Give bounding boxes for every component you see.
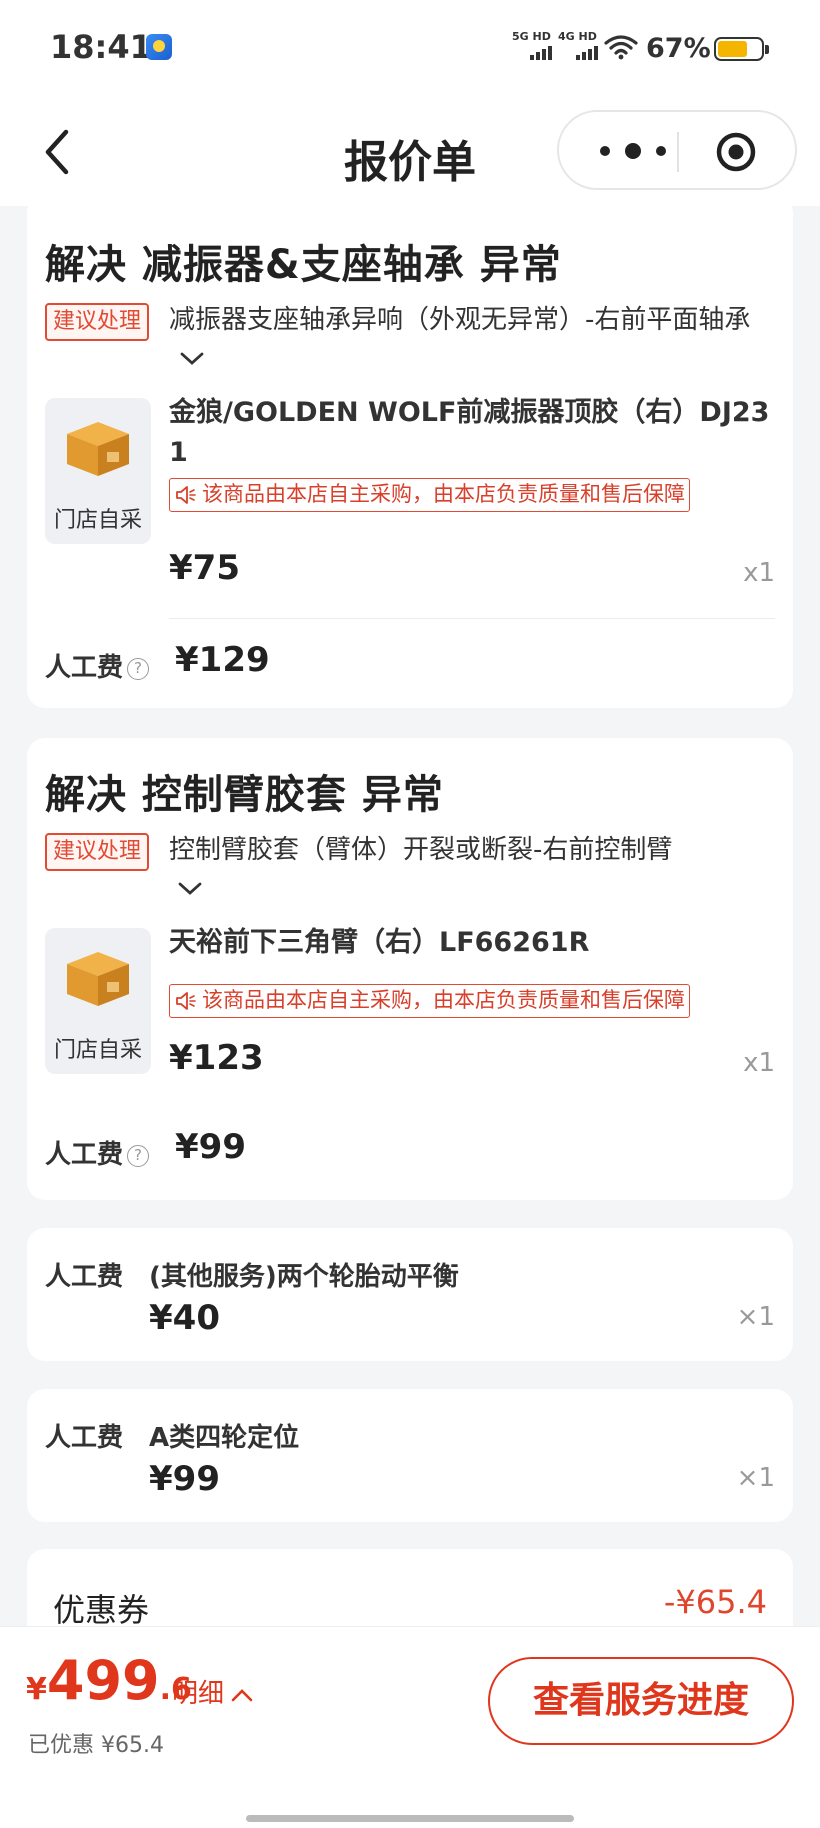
chevron-up-icon [231, 1688, 253, 1701]
view-service-progress-button[interactable]: 查看服务进度 [488, 1657, 794, 1745]
capsule-divider [677, 132, 679, 172]
detail-label: 明细 [172, 1679, 225, 1709]
help-icon[interactable]: ? [127, 657, 150, 680]
bottom-bar: ¥499.6 明细 已优惠 ¥65.4 查看服务进度 [0, 1626, 820, 1828]
close-miniprogram-icon[interactable] [715, 131, 757, 173]
issue-title: 解决 控制臂胶套 异常 [45, 772, 444, 818]
labor-fee-price: ¥129 [175, 640, 270, 680]
speaker-icon [176, 992, 196, 1010]
service-price: ¥40 [149, 1298, 220, 1338]
package-icon [67, 952, 129, 1006]
product-price: ¥75 [169, 548, 240, 588]
product-thumbnail[interactable]: 门店自采 [45, 928, 151, 1074]
saved-amount: 已优惠 ¥65.4 [28, 1733, 164, 1758]
home-indicator[interactable] [246, 1815, 574, 1822]
labor-fee-text: 人工费 [45, 653, 124, 683]
suggest-tag: 建议处理 [45, 833, 150, 871]
chevron-down-icon[interactable] [179, 350, 205, 368]
issue-description[interactable]: 减振器支座轴承异响（外观无异常）-右前平面轴承 [169, 301, 779, 377]
service-price: ¥99 [149, 1459, 220, 1499]
labor-fee-price: ¥99 [175, 1127, 246, 1167]
total-price: ¥499.6 [26, 1649, 192, 1712]
coupon-value: -¥65.4 [663, 1583, 767, 1621]
notice-text: 该商品由本店自主采购，由本店负责质量和售后保障 [202, 988, 685, 1012]
chevron-down-icon[interactable] [177, 880, 203, 898]
signal-5g-icon: 5G HD [512, 30, 552, 60]
wifi-icon [604, 35, 638, 60]
more-icon[interactable] [593, 136, 673, 166]
suggest-tag: 建议处理 [45, 303, 150, 341]
issue-description-text: 减振器支座轴承异响（外观无异常）-右前平面轴承 [169, 305, 751, 335]
labor-fee-label: 人工费 [45, 1423, 124, 1453]
service-card-1: 人工费 (其他服务)两个轮胎动平衡 ¥40 ×1 [27, 1228, 793, 1361]
issue-title: 解决 减振器&支座轴承 异常 [45, 242, 562, 288]
product-thumbnail[interactable]: 门店自采 [45, 398, 151, 544]
speaker-icon [176, 486, 196, 504]
product-name[interactable]: 天裕前下三角臂（右）LF66261R [169, 923, 781, 963]
battery-percent: 67% [646, 33, 711, 64]
signal-4g-icon: 4G HD [558, 30, 598, 60]
product-qty: x1 [743, 558, 775, 588]
status-time: 18:41 [50, 28, 152, 66]
issue-description[interactable]: 控制臂胶套（臂体）开裂或断裂-右前控制臂 [169, 831, 779, 907]
service-name: A类四轮定位 [149, 1423, 300, 1453]
nav-bar: 报价单 [0, 100, 820, 206]
help-icon[interactable]: ? [127, 1144, 150, 1167]
currency-symbol: ¥ [26, 1672, 47, 1707]
net2-label: 4G HD [558, 30, 597, 43]
service-qty: ×1 [736, 1463, 775, 1493]
issue-description-text: 控制臂胶套（臂体）开裂或断裂-右前控制臂 [169, 835, 673, 865]
self-purchase-label: 门店自采 [53, 1038, 142, 1063]
labor-fee-label: 人工费? [45, 1134, 150, 1171]
net1-label: 5G HD [512, 30, 551, 43]
total-integer: 499 [46, 1649, 160, 1712]
labor-fee-label: 人工费 [45, 1262, 124, 1292]
issue-card-2: 解决 控制臂胶套 异常 建议处理 控制臂胶套（臂体）开裂或断裂-右前控制臂 门店… [27, 738, 793, 1200]
coupon-label: 优惠券 [53, 1591, 150, 1629]
package-icon [67, 422, 129, 476]
self-purchase-label: 门店自采 [53, 508, 142, 533]
miniprogram-capsule [557, 110, 797, 190]
notice-text: 该商品由本店自主采购，由本店负责质量和售后保障 [202, 482, 685, 506]
divider [169, 618, 775, 619]
service-card-2: 人工费 A类四轮定位 ¥99 ×1 [27, 1389, 793, 1522]
service-qty: ×1 [736, 1302, 775, 1332]
store-purchase-notice: 该商品由本店自主采购，由本店负责质量和售后保障 [169, 478, 690, 512]
app-notification-icon [146, 34, 172, 60]
labor-fee-label: 人工费? [45, 647, 150, 684]
store-purchase-notice: 该商品由本店自主采购，由本店负责质量和售后保障 [169, 984, 690, 1018]
product-name[interactable]: 金狼/GOLDEN WOLF前减振器顶胶（右）DJ231 [169, 393, 781, 473]
price-detail-toggle[interactable]: 明细 [172, 1673, 254, 1710]
labor-fee-text: 人工费 [45, 1140, 124, 1170]
product-qty: x1 [743, 1048, 775, 1078]
issue-card-1: 解决 减振器&支座轴承 异常 建议处理 减振器支座轴承异响（外观无异常）-右前平… [27, 195, 793, 708]
status-bar: 18:41 5G HD 4G HD 67% [0, 0, 820, 100]
product-price: ¥123 [169, 1038, 264, 1078]
service-name: (其他服务)两个轮胎动平衡 [149, 1262, 459, 1292]
battery-icon [714, 37, 769, 61]
